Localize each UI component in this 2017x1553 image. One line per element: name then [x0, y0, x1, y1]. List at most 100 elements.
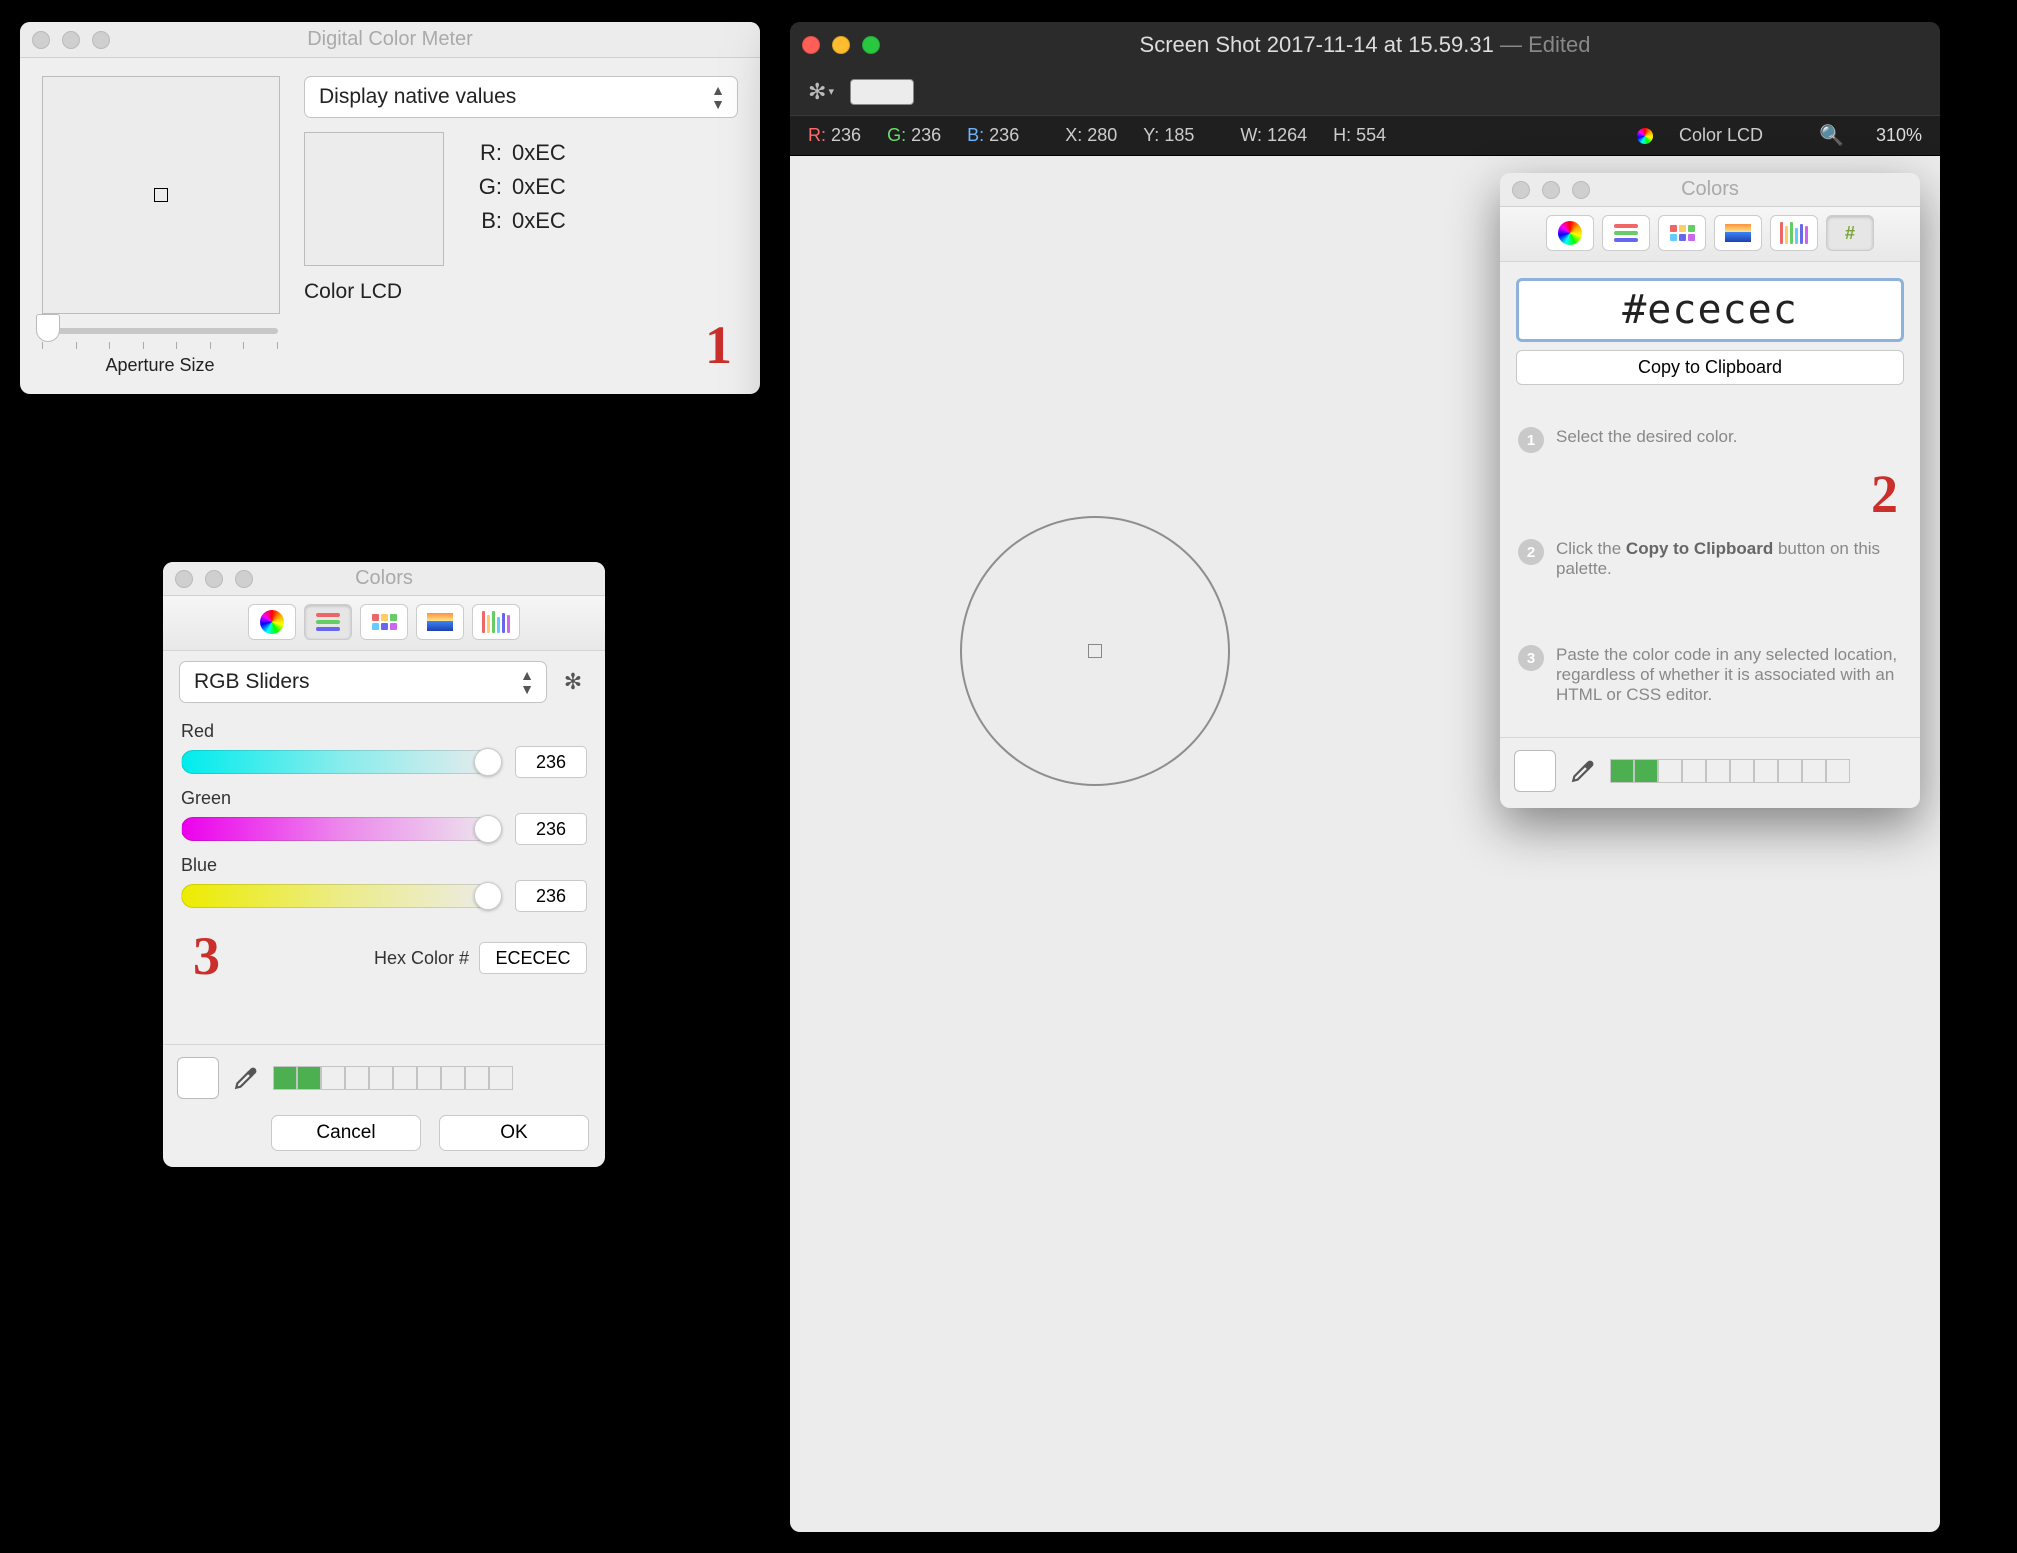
color-swatch-preview [304, 132, 444, 266]
ok-button[interactable]: OK [439, 1115, 589, 1151]
tab-image-palettes[interactable] [1714, 215, 1762, 251]
color-wheel-icon [260, 610, 284, 634]
minimize-button[interactable] [832, 36, 850, 54]
slider-thumb[interactable] [474, 882, 502, 910]
green-slider[interactable] [181, 817, 501, 841]
current-color-well[interactable] [177, 1057, 219, 1099]
hex-input[interactable] [1525, 287, 1895, 333]
swatch-bar [1500, 737, 1920, 808]
minimize-button[interactable] [62, 31, 80, 49]
red-label: Red [181, 721, 587, 742]
close-button[interactable] [175, 570, 193, 588]
hex-label: Hex Color # [374, 948, 469, 969]
hex-input-wrapper [1516, 278, 1904, 342]
pencils-icon [1780, 222, 1808, 244]
hex-icon: # [1845, 223, 1855, 244]
titlebar[interactable]: Screen Shot 2017-11-14 at 15.59.31 — Edi… [790, 22, 1940, 68]
pencils-icon [482, 611, 510, 633]
saved-swatches[interactable] [273, 1066, 513, 1090]
blue-value-field[interactable]: 236 [515, 880, 587, 912]
chevron-updown-icon: ▲▼ [520, 668, 534, 696]
annotation-marker: 2 [1871, 463, 1898, 525]
copy-to-clipboard-button[interactable]: Copy to Clipboard [1516, 350, 1904, 385]
tab-color-wheel[interactable] [1546, 215, 1594, 251]
slider-thumb[interactable] [474, 815, 502, 843]
image-icon [427, 613, 453, 631]
close-button[interactable] [1512, 181, 1530, 199]
sliders-icon [1614, 224, 1638, 242]
close-button[interactable] [32, 31, 50, 49]
tab-color-palettes[interactable] [1658, 215, 1706, 251]
minimize-button[interactable] [1542, 181, 1560, 199]
eyedropper-icon[interactable] [1570, 758, 1596, 784]
tab-color-palettes[interactable] [360, 604, 408, 640]
aperture-size-label: Aperture Size [42, 355, 278, 376]
window-title: Screen Shot 2017-11-14 at 15.59.31 — Edi… [790, 32, 1940, 58]
zoom-button[interactable] [235, 570, 253, 588]
titlebar[interactable]: Digital Color Meter [20, 22, 760, 58]
rgb-readout: R:0xEC G:0xEC B:0xEC [472, 132, 566, 238]
step-number: 2 [1518, 539, 1544, 565]
close-button[interactable] [802, 36, 820, 54]
chevron-updown-icon: ▲▼ [711, 83, 725, 111]
digital-color-meter-window: Digital Color Meter Display native value… [20, 22, 760, 394]
loupe-center-indicator [1088, 644, 1102, 658]
search-icon[interactable]: 🔍 [1819, 123, 1844, 148]
instructions: 1Select the desired color. 2Click the Co… [1500, 399, 1920, 737]
minimize-button[interactable] [205, 570, 223, 588]
current-color-well[interactable] [1514, 750, 1556, 792]
gear-button[interactable]: ✻ [557, 666, 589, 698]
display-mode-select[interactable]: Display native values ▲▼ [304, 76, 738, 118]
blue-label: Blue [181, 855, 587, 876]
green-label: Green [181, 788, 587, 809]
color-profile-label: Color LCD [1679, 125, 1763, 146]
slider-thumb[interactable] [36, 314, 60, 342]
tab-pencils[interactable] [472, 604, 520, 640]
image-icon [1725, 224, 1751, 242]
palette-icon [372, 614, 397, 630]
tab-pencils[interactable] [1770, 215, 1818, 251]
gear-dropdown-button[interactable]: ✻▾ [806, 77, 836, 107]
palette-icon [1670, 225, 1695, 241]
display-icon [1637, 128, 1653, 144]
step-number: 3 [1518, 645, 1544, 671]
aperture-indicator [154, 188, 168, 202]
color-picker-tabs [163, 596, 605, 651]
cancel-button[interactable]: Cancel [271, 1115, 421, 1151]
color-loupe[interactable] [960, 516, 1230, 786]
display-mode-value: Display native values [319, 85, 516, 109]
tab-image-palettes[interactable] [416, 604, 464, 640]
current-color-swatch[interactable] [850, 79, 914, 105]
slider-mode-value: RGB Sliders [194, 670, 310, 694]
hex-value-field[interactable]: ECECEC [479, 942, 587, 974]
slider-thumb[interactable] [474, 748, 502, 776]
red-slider[interactable] [181, 750, 501, 774]
sliders-icon [316, 613, 340, 631]
red-value-field[interactable]: 236 [515, 746, 587, 778]
green-value-field[interactable]: 236 [515, 813, 587, 845]
toolbar: ✻▾ [790, 68, 1940, 116]
color-picker-tabs: # [1500, 207, 1920, 262]
zoom-button[interactable] [862, 36, 880, 54]
window-title: Digital Color Meter [20, 28, 760, 51]
color-wheel-icon [1558, 221, 1582, 245]
blue-slider[interactable] [181, 884, 501, 908]
tab-color-sliders[interactable] [1602, 215, 1650, 251]
annotation-marker: 1 [705, 314, 732, 376]
tab-hex[interactable]: # [1826, 215, 1874, 251]
titlebar[interactable]: Colors [1500, 173, 1920, 207]
eyedropper-icon[interactable] [233, 1065, 259, 1091]
zoom-button[interactable] [92, 31, 110, 49]
gear-icon: ✻ [564, 669, 582, 695]
zoom-button[interactable] [1572, 181, 1590, 199]
saved-swatches[interactable] [1610, 759, 1850, 783]
magnified-sample [42, 76, 280, 314]
titlebar[interactable]: Colors [163, 562, 605, 596]
aperture-size-slider[interactable]: Aperture Size [20, 328, 300, 394]
step-number: 1 [1518, 427, 1544, 453]
tab-color-wheel[interactable] [248, 604, 296, 640]
colors-panel-sliders: Colors RGB Sliders ▲▼ ✻ Red 236 Green 23… [163, 562, 605, 1167]
tab-color-sliders[interactable] [304, 604, 352, 640]
color-profile-label: Color LCD [304, 280, 738, 304]
slider-mode-select[interactable]: RGB Sliders ▲▼ [179, 661, 547, 703]
